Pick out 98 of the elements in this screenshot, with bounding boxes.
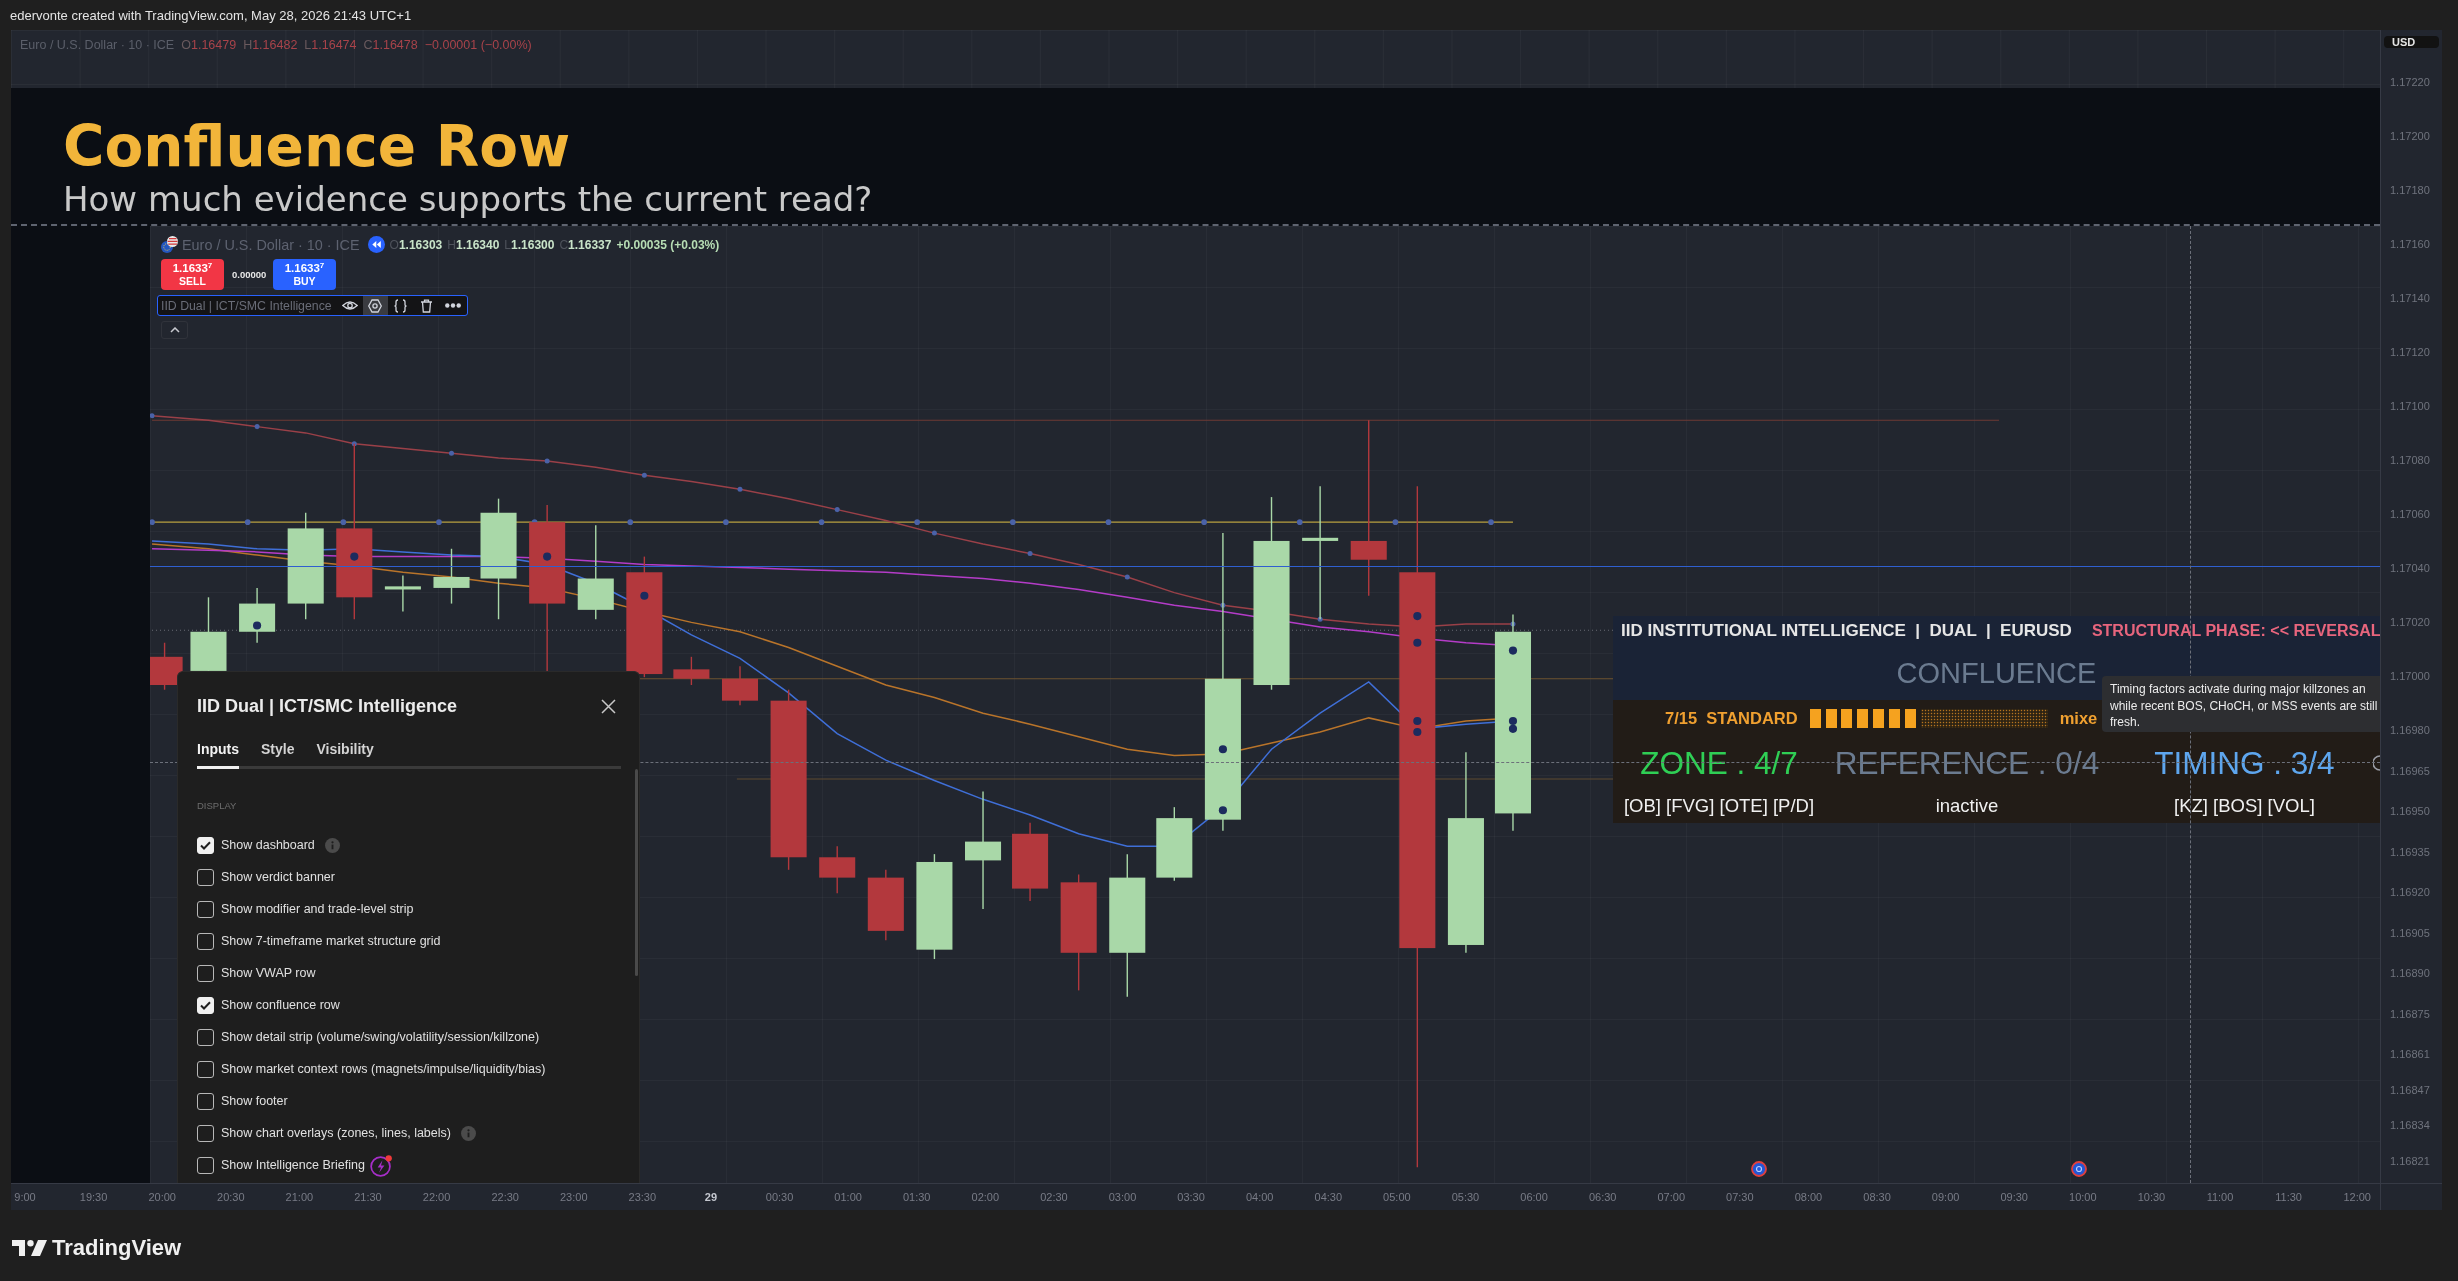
time-label: 01:30 [902, 1191, 931, 1203]
spread-value: 0.00000 [232, 269, 265, 280]
settings-icon[interactable] [368, 298, 383, 313]
time-label: 29 [704, 1191, 718, 1203]
price-label: 1.17040 [2389, 561, 2430, 575]
time-label: 21:30 [354, 1191, 382, 1203]
price-label: 1.17100 [2389, 399, 2430, 413]
price-label: 1.17180 [2389, 183, 2430, 197]
time-label: 11:30 [2275, 1191, 2302, 1203]
time-label: 20:00 [148, 1191, 176, 1203]
price-label: 1.16875 [2389, 1006, 2430, 1021]
eye-icon[interactable] [341, 300, 358, 311]
ohlc-value: C1.16337 [559, 237, 612, 252]
more-icon[interactable] [444, 303, 461, 308]
snapshot-caption: edervonte created with TradingView.com, May 28, 2026 21:43 UTC+1 [10, 7, 412, 23]
time-label: 10:30 [2137, 1191, 2166, 1203]
chevron-up-icon [169, 327, 180, 333]
status-label: mixe [2059, 709, 2098, 728]
event-marker-icon[interactable] [2071, 1161, 2087, 1177]
time-label: 23:00 [560, 1191, 588, 1203]
time-label: 04:00 [1245, 1191, 1274, 1203]
ohlc-value: C1.16478 [363, 38, 418, 52]
price-label: 1.16890 [2389, 966, 2430, 980]
code-braces-icon[interactable] [392, 298, 408, 313]
currency-button[interactable]: USD [2384, 36, 2439, 48]
price-label: 1.16965 [2389, 763, 2430, 778]
time-label: 11:00 [2206, 1191, 2234, 1203]
time-label: 09:30 [2000, 1191, 2028, 1203]
time-label: 07:30 [1726, 1191, 1754, 1203]
pillar-label: TIMING . 3/4 [2154, 744, 2335, 782]
time-label: 08:30 [1863, 1191, 1891, 1203]
symbol-name: Euro / U.S. Dollar · 10 · ICE [182, 236, 360, 253]
phase-label: STRUCTURAL PHASE: << REVERSAL [2091, 622, 2380, 640]
time-label: 20:30 [217, 1191, 245, 1203]
price-label: 1.16950 [2389, 804, 2430, 818]
time-label: 05:30 [1451, 1191, 1480, 1203]
price-label: 1.17200 [2389, 129, 2430, 143]
trash-icon[interactable] [419, 298, 433, 313]
time-label: 22:30 [491, 1191, 519, 1203]
time-label: 06:00 [1520, 1191, 1548, 1203]
time-label: 21:00 [285, 1191, 314, 1203]
time-label: 03:00 [1108, 1191, 1137, 1203]
price-label: 1.16847 [2389, 1082, 2430, 1097]
time-label: 02:30 [1040, 1191, 1068, 1203]
time-label: 10:00 [2069, 1191, 2097, 1203]
time-label: 08:00 [1794, 1191, 1823, 1203]
ohlc-value: L1.16300 [504, 237, 555, 252]
price-label: 1.17020 [2389, 615, 2430, 629]
price-label: 1.17060 [2389, 507, 2430, 521]
ring-icon [2373, 755, 2380, 771]
time-label: 01:00 [834, 1191, 862, 1203]
time-label: 05:00 [1383, 1191, 1411, 1203]
logo-icon [12, 1240, 47, 1256]
indicator-name: IID Dual | ICT/SMC Intelligence [161, 298, 332, 313]
ohlc-value: L1.16474 [304, 38, 357, 52]
buy-button[interactable]: 1.1633$^{7}$ BUY [273, 259, 336, 290]
banner-subtitle: How much evidence supports the current read? [63, 179, 873, 219]
price-label: 1.16935 [2389, 844, 2430, 859]
change-value: +0.00035 (+0.03%) [616, 237, 720, 252]
time-label: 04:30 [1314, 1191, 1343, 1203]
price-label: 1.16821 [2389, 1154, 2430, 1169]
price-label: 1.17000 [2389, 669, 2430, 683]
price-label: 1.17080 [2389, 453, 2430, 467]
time-label: 00:30 [765, 1191, 794, 1203]
tooltip: Timing factors activate during major killzones an while recent BOS, CHoCH, or MSS events are still fresh. [2102, 676, 2380, 732]
ohlc-value: O1.16303 [389, 237, 443, 252]
time-label: 12:00 [2343, 1191, 2371, 1203]
banner-title: Confluence Row [63, 115, 571, 179]
time-label: 06:30 [1588, 1191, 1617, 1203]
logo-text: TradingView [52, 1235, 182, 1261]
time-label: 09:00 [1931, 1191, 1960, 1203]
ohlc-value: O1.16479 [181, 38, 237, 52]
price-label: 1.16861 [2389, 1047, 2430, 1061]
price-label: 1.17220 [2389, 75, 2430, 89]
time-label: 07:00 [1657, 1191, 1685, 1203]
ohlc-value: H1.16340 [447, 237, 500, 252]
time-label: 23:30 [628, 1191, 657, 1203]
time-label: 02:00 [971, 1191, 1000, 1203]
price-label: 1.17120 [2389, 345, 2430, 359]
price-label: 1.17140 [2389, 291, 2430, 305]
sell-button[interactable]: 1.1633$^{7}$ SELL [161, 259, 224, 290]
pillar-detail: [KZ] [BOS] [VOL] [2174, 795, 2315, 817]
price-label: 1.16834 [2389, 1118, 2430, 1133]
price-label: 1.16980 [2389, 723, 2430, 737]
time-label: 9:00 [14, 1191, 36, 1203]
currency-flags-icon [161, 236, 178, 253]
time-label: 22:00 [422, 1191, 451, 1203]
settings-button[interactable] [362, 296, 388, 315]
change-value: −0.00001 (−0.00%) [424, 38, 532, 52]
price-label: 1.16920 [2389, 885, 2430, 899]
time-label: 03:30 [1177, 1191, 1205, 1203]
price-label: 1.16905 [2389, 925, 2430, 940]
collapse-button[interactable] [161, 321, 188, 339]
rewind-icon[interactable] [367, 236, 385, 253]
symbol-name: Euro / U.S. Dollar · 10 · ICE [20, 38, 175, 52]
ohlc-value: H1.16482 [243, 38, 298, 52]
time-label: 19:30 [79, 1191, 108, 1203]
price-label: 1.17160 [2389, 237, 2430, 251]
